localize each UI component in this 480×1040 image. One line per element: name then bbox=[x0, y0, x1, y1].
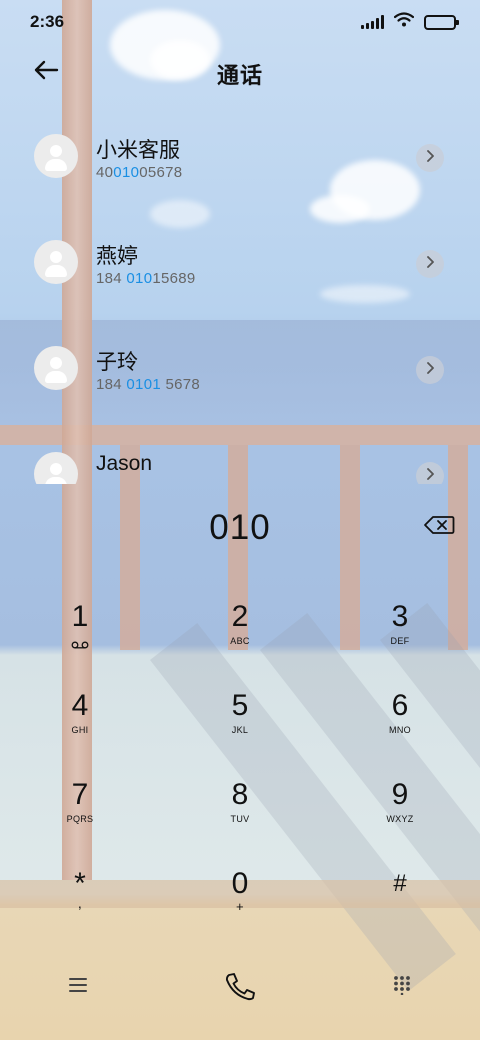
key-digit: 0 bbox=[231, 867, 249, 900]
contact-detail-button[interactable] bbox=[416, 356, 444, 384]
avatar bbox=[34, 240, 78, 284]
contact-detail-button[interactable] bbox=[416, 462, 444, 484]
chevron-right-icon bbox=[425, 255, 435, 273]
contact-item[interactable]: 小米客服 4001005678 bbox=[0, 104, 480, 210]
avatar bbox=[34, 134, 78, 178]
key-letters: TUV bbox=[230, 814, 250, 824]
key-3[interactable]: 3 DEF bbox=[340, 600, 460, 680]
contact-number: 184 0101 5678 bbox=[96, 376, 201, 393]
chevron-right-icon bbox=[425, 467, 435, 484]
key-digit: 1 bbox=[71, 600, 89, 633]
menu-button[interactable] bbox=[60, 972, 96, 1002]
contact-list[interactable]: 小米客服 4001005678 燕婷 184 01015689 子玲 184 0… bbox=[0, 104, 480, 484]
dial-display: 010 bbox=[0, 500, 480, 556]
chevron-right-icon bbox=[425, 361, 435, 379]
dialpad-icon bbox=[393, 975, 411, 1000]
header: 通话 bbox=[0, 42, 480, 102]
backspace-button[interactable] bbox=[422, 514, 456, 540]
key-hash[interactable]: # bbox=[340, 867, 460, 947]
signal-icon bbox=[361, 15, 384, 29]
contact-number: 184 01015689 bbox=[96, 270, 196, 287]
key-letters: JKL bbox=[231, 725, 249, 735]
key-7[interactable]: 7 PQRS bbox=[20, 778, 140, 858]
key-letters: GHI bbox=[71, 725, 89, 735]
contact-number: 4001005678 bbox=[96, 164, 183, 181]
key-digit: 9 bbox=[391, 778, 409, 811]
dialpad-toggle-button[interactable] bbox=[384, 972, 420, 1002]
key-letters: ABC bbox=[230, 636, 250, 646]
dialed-number: 010 bbox=[209, 508, 271, 547]
key-letters: PQRS bbox=[66, 814, 94, 824]
key-5[interactable]: 5 JKL bbox=[180, 689, 300, 769]
key-digit: 7 bbox=[71, 778, 89, 811]
key-1[interactable]: 1 bbox=[20, 600, 140, 680]
contact-name: 子玲 bbox=[96, 351, 138, 374]
contact-item[interactable]: Jason bbox=[0, 422, 480, 484]
key-digit: 5 bbox=[231, 689, 249, 722]
key-0[interactable]: 0 + bbox=[180, 867, 300, 947]
contact-detail-button[interactable] bbox=[416, 144, 444, 172]
key-letters: , bbox=[77, 895, 83, 911]
key-star[interactable]: * , bbox=[20, 867, 140, 947]
key-digit: 6 bbox=[391, 689, 409, 722]
voicemail-icon bbox=[71, 636, 89, 654]
key-6[interactable]: 6 MNO bbox=[340, 689, 460, 769]
number-match-highlight: 010 bbox=[126, 270, 153, 287]
key-2[interactable]: 2 ABC bbox=[180, 600, 300, 680]
status-time: 2:36 bbox=[30, 12, 65, 31]
key-digit: 3 bbox=[391, 600, 409, 633]
key-letters: DEF bbox=[390, 636, 410, 646]
avatar bbox=[34, 346, 78, 390]
key-4[interactable]: 4 GHI bbox=[20, 689, 140, 769]
key-digit: 8 bbox=[231, 778, 249, 811]
contact-name: 燕婷 bbox=[96, 245, 138, 268]
number-match-highlight: 0101 bbox=[126, 376, 161, 393]
status-icons bbox=[361, 12, 459, 32]
number-match-highlight: 010 bbox=[113, 164, 140, 181]
avatar bbox=[34, 452, 78, 484]
key-digit: 2 bbox=[231, 600, 249, 633]
battery-icon bbox=[424, 14, 459, 30]
contact-item[interactable]: 子玲 184 0101 5678 bbox=[0, 316, 480, 422]
key-8[interactable]: 8 TUV bbox=[180, 778, 300, 858]
key-9[interactable]: 9 WXYZ bbox=[340, 778, 460, 858]
contact-item[interactable]: 燕婷 184 01015689 bbox=[0, 210, 480, 316]
wifi-icon bbox=[393, 12, 415, 32]
key-letters: + bbox=[236, 899, 244, 914]
contact-name: 小米客服 bbox=[96, 139, 180, 162]
call-button[interactable] bbox=[220, 970, 260, 1006]
chevron-right-icon bbox=[425, 149, 435, 167]
contact-name: Jason bbox=[96, 452, 153, 475]
phone-icon bbox=[223, 971, 257, 1006]
menu-icon bbox=[69, 977, 87, 998]
contact-detail-button[interactable] bbox=[416, 250, 444, 278]
key-digit: # bbox=[393, 870, 407, 897]
key-letters: MNO bbox=[389, 725, 411, 735]
page-title: 通话 bbox=[216, 63, 263, 88]
status-bar: 2:36 bbox=[0, 0, 480, 42]
backspace-icon bbox=[423, 515, 455, 540]
key-digit: 4 bbox=[71, 689, 89, 722]
bottom-bar bbox=[0, 960, 480, 1020]
key-letters: WXYZ bbox=[386, 814, 414, 824]
